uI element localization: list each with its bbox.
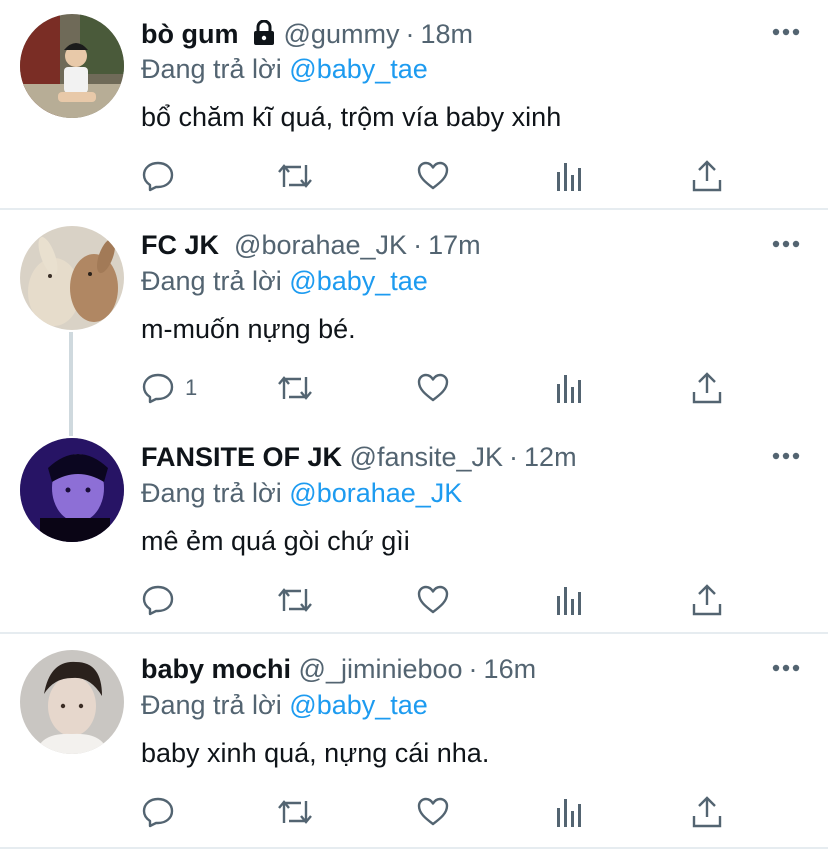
analytics-icon	[555, 795, 585, 829]
display-name[interactable]: baby mochi	[141, 654, 291, 684]
timestamp[interactable]: 17m	[428, 230, 481, 260]
like-button[interactable]	[416, 156, 450, 196]
heart-icon	[416, 795, 450, 829]
avatar[interactable]	[20, 650, 124, 754]
analytics-icon	[555, 583, 585, 617]
reply-icon	[141, 159, 175, 193]
tweet-text: baby xinh quá, nựng cái nha.	[141, 738, 490, 768]
more-icon[interactable]	[770, 22, 802, 42]
avatar[interactable]	[20, 14, 124, 118]
tweet[interactable]: FC JK @borahae_JK · 17m Đang trả lời @baby…	[0, 210, 828, 423]
display-name[interactable]: FANSITE OF JK	[141, 442, 342, 472]
reply-prefix: Đang trả lời	[141, 266, 282, 296]
analytics-icon	[555, 159, 585, 193]
reply-context: Đang trả lời @baby_tae	[141, 263, 428, 299]
timestamp[interactable]: 18m	[420, 19, 473, 49]
more-icon[interactable]	[770, 234, 802, 254]
share-icon	[691, 371, 723, 405]
separator-dot: ·	[413, 230, 423, 260]
display-name[interactable]: bò gum	[141, 19, 238, 49]
timestamp[interactable]: 12m	[524, 442, 577, 472]
reply-context: Đang trả lời @baby_tae	[141, 51, 428, 87]
reply-icon	[141, 795, 175, 829]
retweet-icon	[276, 795, 314, 829]
share-button[interactable]	[691, 368, 723, 408]
avatar[interactable]	[20, 226, 124, 330]
reply-button[interactable]	[141, 156, 185, 196]
reply-prefix: Đang trả lời	[141, 54, 282, 84]
separator-dot: ·	[468, 654, 478, 684]
retweet-icon	[276, 371, 314, 405]
reply-button[interactable]	[141, 580, 185, 620]
tweet[interactable]: bò gum @gummy · 18m Đang trả lời @baby_tae…	[0, 0, 828, 210]
tweet-text: m-muốn nựng bé.	[141, 314, 356, 344]
reply-icon	[141, 583, 175, 617]
retweet-button[interactable]	[276, 156, 314, 196]
like-button[interactable]	[416, 580, 450, 620]
share-icon	[691, 159, 723, 193]
reply-context: Đang trả lời @borahae_JK	[141, 475, 462, 511]
reply-mention-link[interactable]: @baby_tae	[289, 266, 428, 296]
user-handle[interactable]: @fansite_JK	[350, 442, 503, 472]
analytics-button[interactable]	[555, 156, 585, 196]
display-name[interactable]: FC JK	[141, 230, 219, 260]
reply-button[interactable]	[141, 792, 185, 832]
avatar[interactable]	[20, 438, 124, 542]
reply-mention-link[interactable]: @borahae_JK	[289, 478, 462, 508]
user-handle[interactable]: @gummy	[284, 19, 400, 49]
reply-prefix: Đang trả lời	[141, 690, 282, 720]
tweet-text: mê ẻm quá gòi chứ gìi	[141, 526, 410, 556]
analytics-button[interactable]	[555, 580, 585, 620]
share-icon	[691, 583, 723, 617]
heart-icon	[416, 583, 450, 617]
analytics-icon	[555, 371, 585, 405]
reply-icon	[141, 371, 175, 405]
tweet-text: bổ chăm kĩ quá, trộm vía baby xinh	[141, 102, 562, 132]
analytics-button[interactable]	[555, 792, 585, 832]
share-icon	[691, 795, 723, 829]
reply-mention-link[interactable]: @baby_tae	[289, 690, 428, 720]
lock-icon	[252, 19, 276, 55]
user-handle[interactable]: @borahae_JK	[234, 230, 407, 260]
separator-dot: ·	[405, 19, 415, 49]
share-button[interactable]	[691, 580, 723, 620]
more-icon[interactable]	[770, 658, 802, 678]
user-handle[interactable]: @_jiminieboo	[299, 654, 463, 684]
like-button[interactable]	[416, 792, 450, 832]
tweet-divider	[0, 847, 828, 849]
share-button[interactable]	[691, 156, 723, 196]
tweet[interactable]: FANSITE OF JK @fansite_JK · 12m Đang trả l…	[0, 423, 828, 633]
retweet-icon	[276, 159, 314, 193]
reply-count: 1	[185, 375, 198, 400]
reply-context: Đang trả lời @baby_tae	[141, 687, 428, 723]
timestamp[interactable]: 16m	[484, 654, 537, 684]
separator-dot: ·	[509, 442, 519, 472]
retweet-button[interactable]	[276, 368, 314, 408]
heart-icon	[416, 159, 450, 193]
retweet-button[interactable]	[276, 580, 314, 620]
more-icon[interactable]	[770, 446, 802, 466]
retweet-icon	[276, 583, 314, 617]
reply-button[interactable]: 1	[141, 368, 197, 408]
tweet[interactable]: baby mochi @_jiminieboo · 16m Đang trả lời…	[0, 634, 828, 857]
reply-mention-link[interactable]: @baby_tae	[289, 54, 428, 84]
heart-icon	[416, 371, 450, 405]
reply-prefix: Đang trả lời	[141, 478, 282, 508]
retweet-button[interactable]	[276, 792, 314, 832]
analytics-button[interactable]	[555, 368, 585, 408]
like-button[interactable]	[416, 368, 450, 408]
share-button[interactable]	[691, 792, 723, 832]
